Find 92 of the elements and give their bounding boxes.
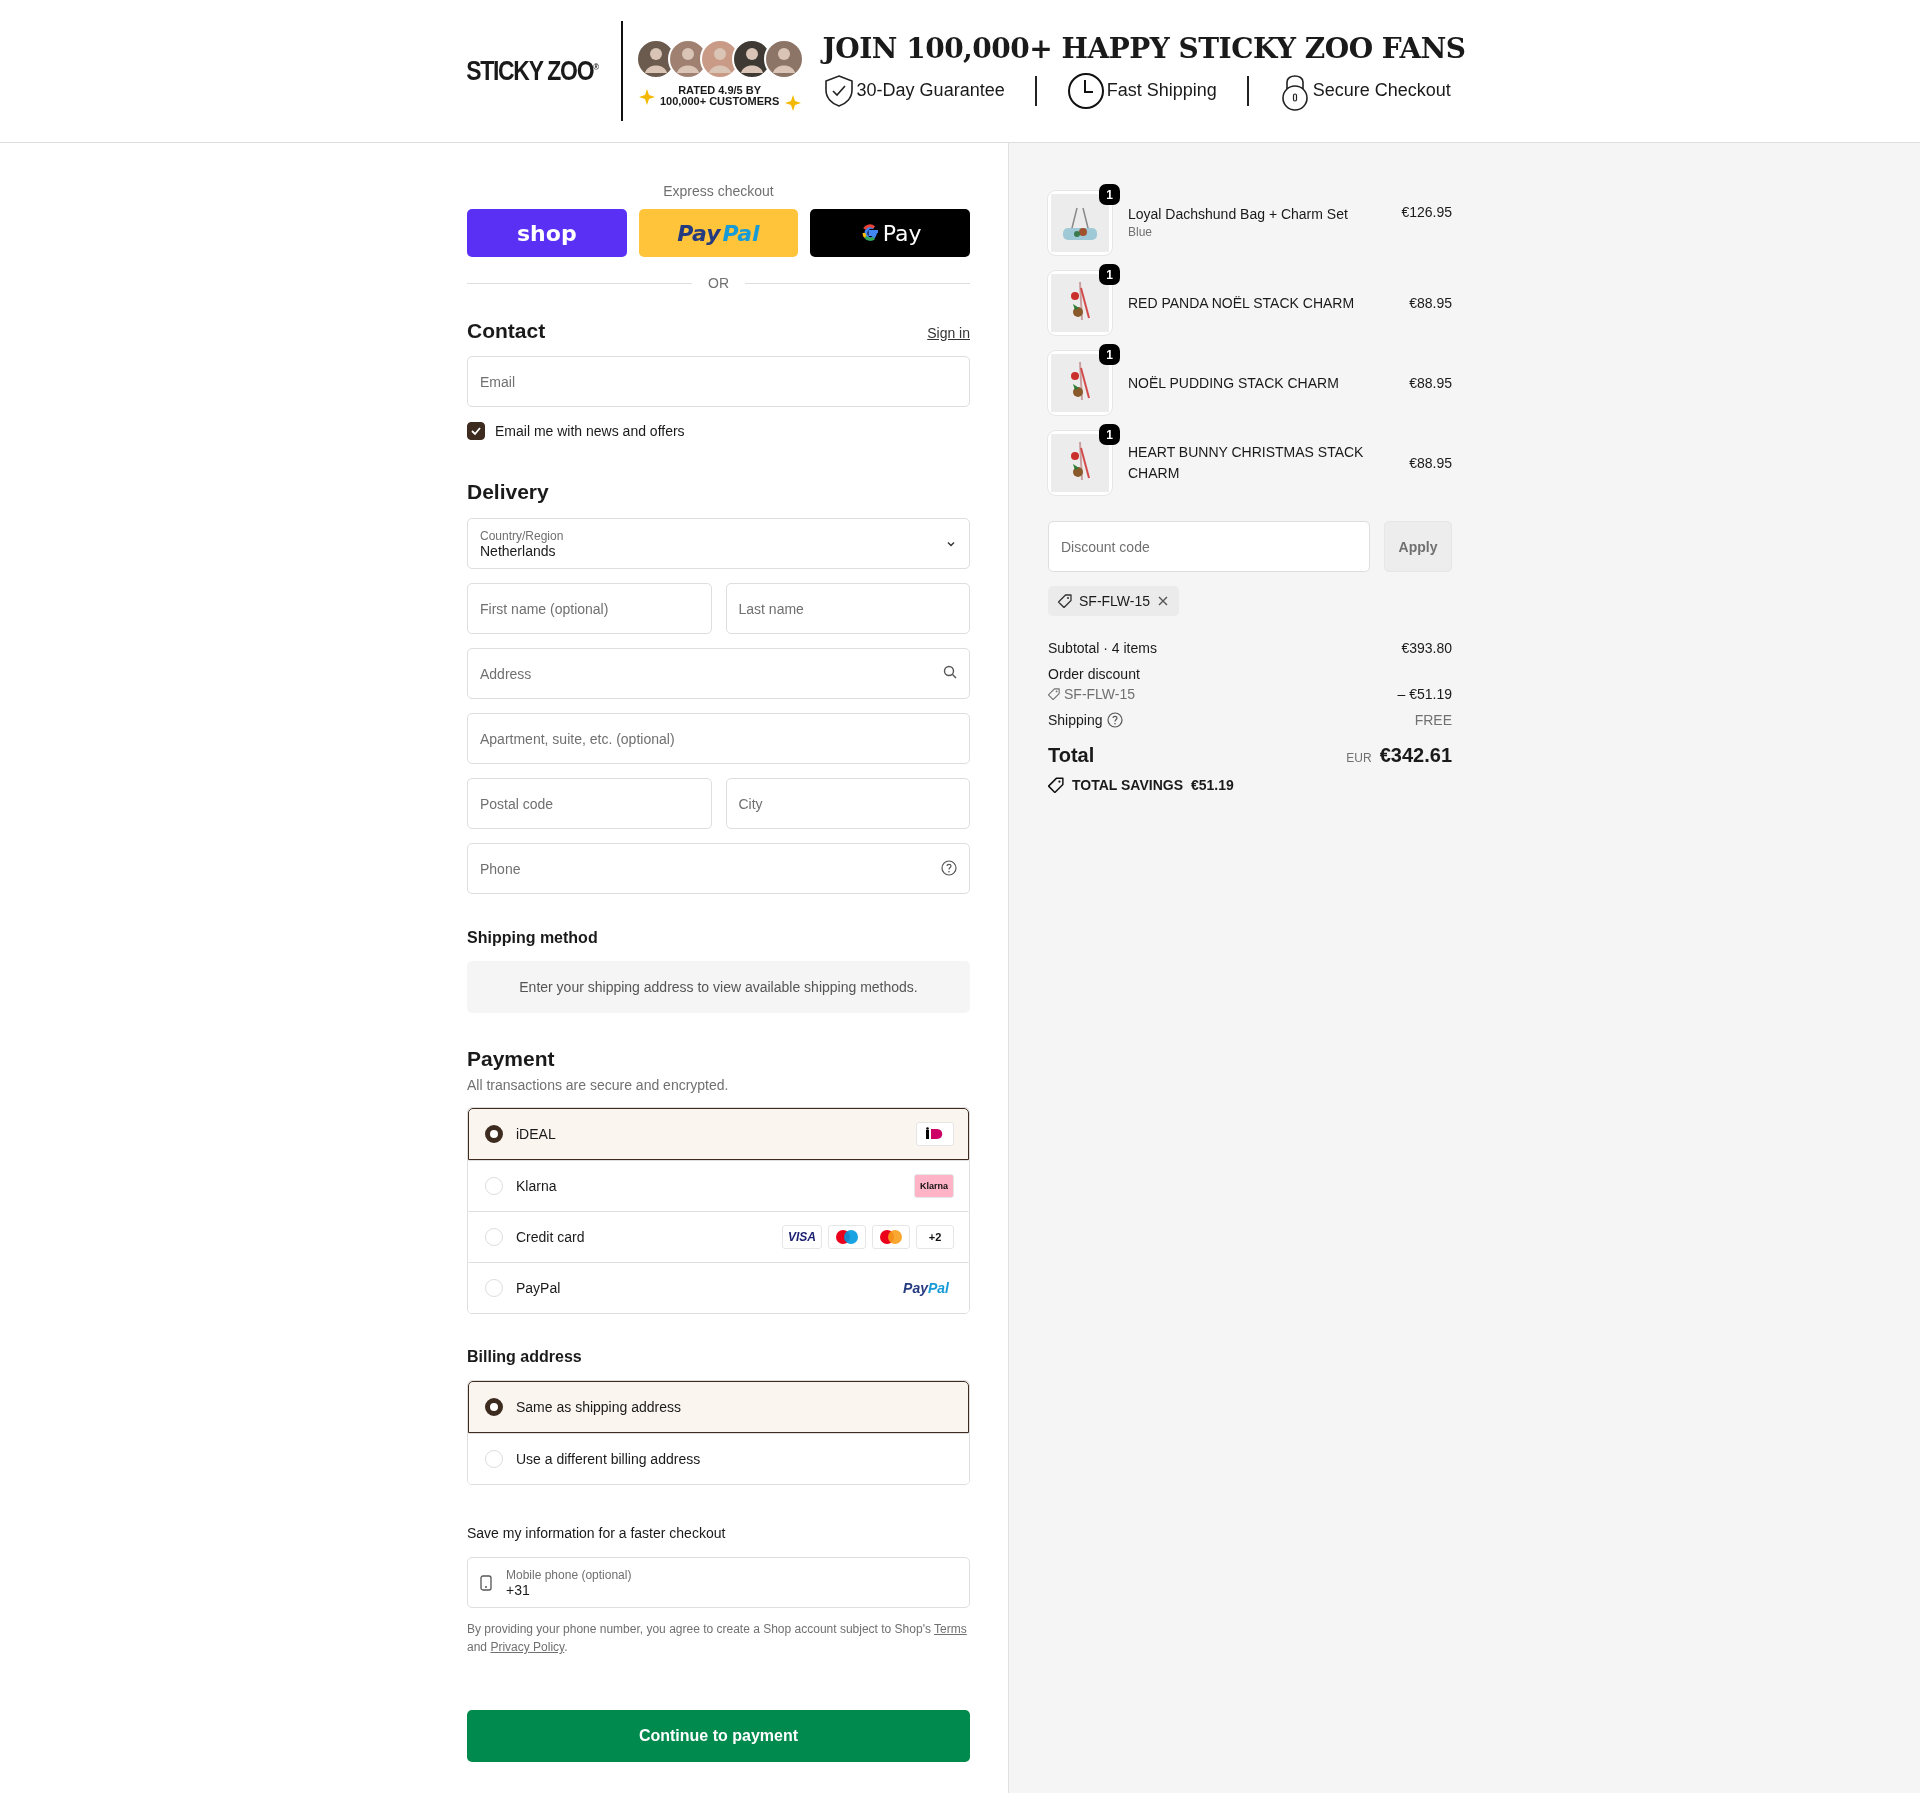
total-label: Total [1048, 744, 1095, 767]
ideal-logo-icon [916, 1122, 954, 1146]
brand-logo: STICKY ZOO$^{®}$ [466, 55, 601, 87]
section-label: Express checkout [662, 183, 775, 199]
summary-label: Shipping [1048, 712, 1103, 728]
radio-icon [485, 1398, 503, 1416]
headline: JOIN 100,000+ HAPPY STICKY ZOO FANS [822, 31, 1466, 65]
summary-label: Order discount [1048, 666, 1140, 682]
payment-subtitle: All transactions are secure and encrypted. [467, 1077, 730, 1093]
country-select[interactable]: Country/Region Netherlands [467, 518, 970, 569]
tag-icon [1048, 688, 1060, 700]
section-heading: Contact [467, 319, 546, 343]
quantity-badge: 1 [1099, 264, 1120, 285]
email-field[interactable]: Email [467, 356, 970, 407]
shop-pay-button[interactable]: shop [467, 209, 627, 257]
divider-label: OR [708, 275, 729, 291]
google-pay-button[interactable]: Pay [810, 209, 970, 257]
payment-option[interactable]: PayPal PayPal [468, 1262, 969, 1313]
sparkle-icon [638, 89, 655, 105]
continue-button[interactable]: Continue to payment [467, 1710, 970, 1762]
shield-check-icon [822, 73, 855, 108]
product-name: HEART BUNNY CHRISTMAS STACK CHARM [1128, 443, 1365, 483]
klarna-logo: Klarna [914, 1173, 954, 1198]
section-heading: Shipping method [467, 929, 599, 947]
maestro-logo-icon [828, 1224, 866, 1249]
currency-label: EUR [1346, 751, 1372, 765]
save-info-label: Save my information for a faster checkout [467, 1525, 727, 1541]
search-icon [943, 665, 957, 679]
rating-text: RATED 4.9/5 BY 100,000+ CUSTOMERS [658, 85, 781, 107]
more-cards-badge: +2 [916, 1224, 954, 1249]
section-heading: Billing address [467, 1348, 583, 1366]
payment-option[interactable]: iDEAL [468, 1108, 969, 1160]
legal-text: By providing your phone number, you agree to create a Shop account subject to Shop's Terms and Privacy Policy. [467, 1621, 968, 1656]
checkbox[interactable] [467, 422, 485, 440]
input-field[interactable]: Phone [467, 843, 970, 894]
perk-label: Secure Checkout [1312, 80, 1451, 101]
product-name: NOËL PUDDING STACK CHARM [1128, 373, 1340, 393]
paypal-button[interactable]: PayPal [638, 209, 799, 257]
apply-button[interactable]: Apply [1384, 521, 1452, 572]
radio-icon [485, 1227, 503, 1246]
summary-label: Subtotal · 4 items [1048, 640, 1157, 656]
discount-code: SF-FLW-15 [1064, 686, 1136, 702]
discount-tag: SF-FLW-15 [1048, 586, 1180, 616]
radio-icon [485, 1449, 503, 1468]
sparkle-icon [784, 95, 801, 111]
perk-label: 30-Day Guarantee [856, 80, 1005, 101]
product-name: RED PANDA NOËL STACK CHARM [1128, 293, 1356, 313]
savings-label: TOTAL SAVINGS [1072, 777, 1183, 793]
input-field[interactable]: Apartment, suite, etc. (optional) [467, 713, 970, 764]
radio-icon [485, 1176, 503, 1195]
help-icon [1106, 712, 1123, 728]
shipping-notice: Enter your shipping address to view available shipping methods. [467, 961, 970, 1013]
tag-icon [1058, 594, 1072, 608]
quantity-badge: 1 [1099, 344, 1120, 365]
summary-value: €393.80 [1401, 640, 1452, 656]
product-price: €88.95 [1409, 375, 1452, 391]
clock-icon [1066, 71, 1105, 110]
summary-value: – €51.19 [1397, 686, 1452, 702]
quantity-badge: 1 [1099, 424, 1120, 445]
summary-value: FREE [1414, 712, 1452, 728]
terms-link[interactable]: Terms [934, 1622, 967, 1636]
section-heading: Payment [467, 1047, 556, 1071]
billing-option[interactable]: Same as shipping address [468, 1381, 969, 1433]
mobile-phone-field[interactable]: Mobile phone (optional) +31 [467, 1557, 970, 1608]
section-heading: Delivery [467, 480, 550, 504]
product-price: €126.95 [1401, 203, 1452, 220]
input-field[interactable]: First name (optional) [467, 583, 712, 634]
product-variant: Blue [1128, 225, 1154, 239]
sign-in-link[interactable]: Sign in [927, 325, 970, 341]
visa-logo: VISA [782, 1224, 822, 1249]
savings-value: €51.19 [1191, 777, 1234, 793]
product-price: €88.95 [1409, 455, 1452, 471]
mastercard-logo-icon [872, 1224, 910, 1249]
discount-field[interactable]: Discount code [1048, 521, 1370, 572]
product-name: Loyal Dachshund Bag + Charm Set [1128, 205, 1349, 224]
input-field[interactable]: Last name [725, 583, 970, 634]
quantity-badge: 1 [1099, 184, 1120, 205]
input-field[interactable]: Postal code [467, 778, 712, 829]
billing-option[interactable]: Use a different billing address [468, 1433, 969, 1484]
checkbox-label: Email me with news and offers [495, 423, 685, 439]
input-field[interactable]: Address [467, 648, 970, 699]
close-icon[interactable] [1157, 595, 1170, 607]
product-price: €88.95 [1409, 295, 1452, 311]
radio-icon [485, 1278, 503, 1297]
input-field[interactable]: City [725, 778, 970, 829]
check-icon [470, 425, 482, 437]
phone-icon [480, 1574, 492, 1591]
total-value: €342.61 [1379, 744, 1452, 766]
radio-icon [485, 1125, 503, 1143]
help-icon [941, 860, 957, 876]
perk-label: Fast Shipping [1106, 80, 1217, 101]
tag-icon [1048, 777, 1064, 793]
